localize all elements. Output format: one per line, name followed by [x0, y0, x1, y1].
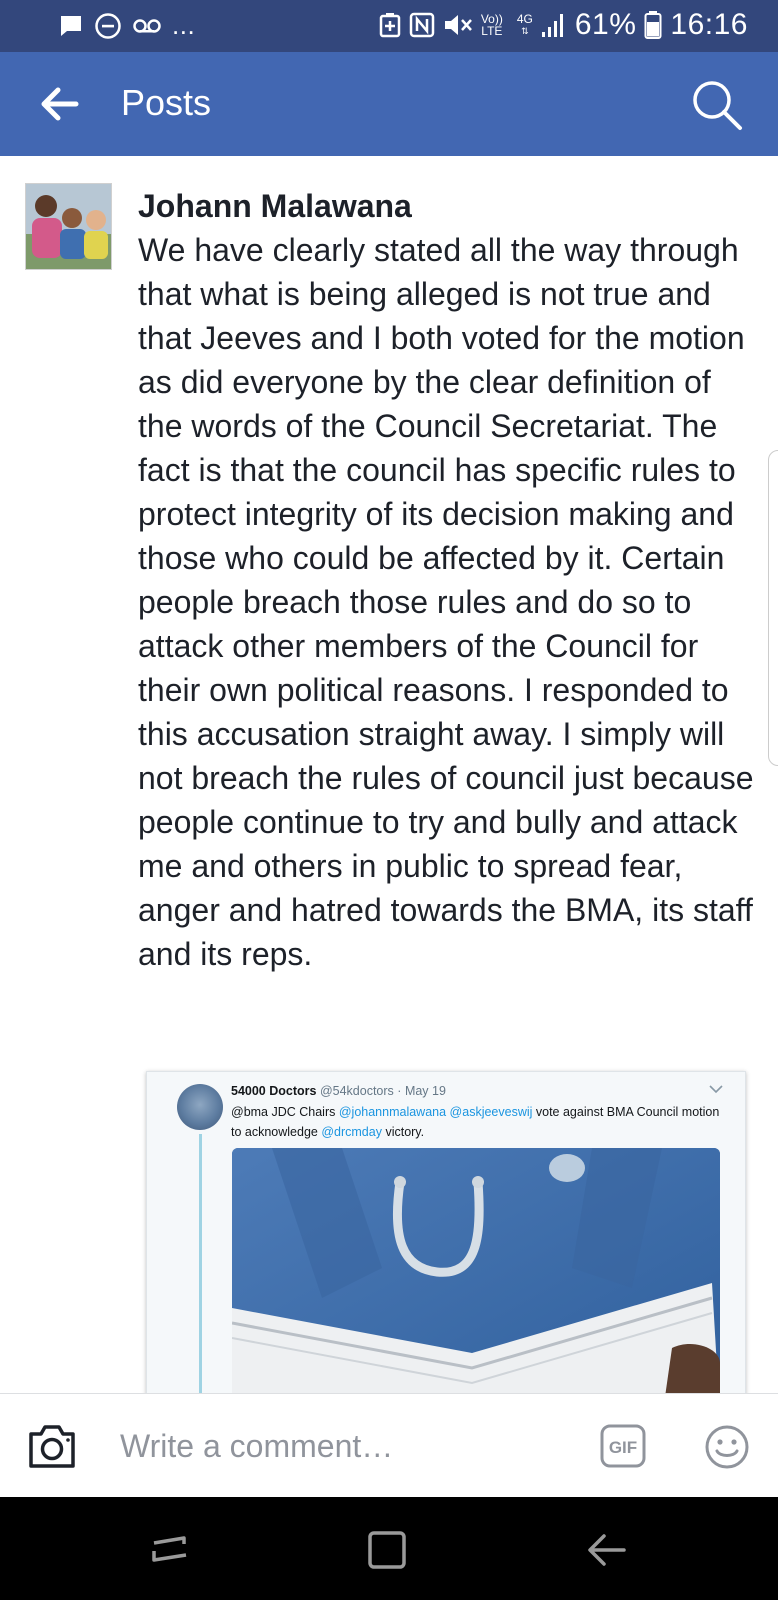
tweet-author-name: 54000 Doctors	[231, 1084, 317, 1098]
app-bar: Posts	[0, 52, 778, 156]
navigation-bar	[0, 1497, 778, 1600]
emoji-icon	[705, 1425, 749, 1469]
recent-apps-button[interactable]	[148, 1527, 192, 1571]
status-more: ...	[172, 10, 196, 40]
side-panel-handle[interactable]	[768, 450, 778, 766]
tweet-mention: @johannmalawana	[338, 1105, 447, 1119]
network-type-label: 4G	[516, 12, 533, 26]
battery-saver-icon	[379, 12, 401, 38]
comment-bar: GIF	[0, 1393, 778, 1497]
back-icon	[588, 1534, 626, 1566]
comment-input[interactable]	[120, 1420, 570, 1472]
voicemail-icon	[132, 16, 162, 36]
gif-label: GIF	[609, 1438, 637, 1457]
clock: 16:16	[670, 8, 748, 41]
search-icon	[693, 81, 742, 130]
thread-line	[199, 1134, 202, 1400]
tweet-author-handle: @54kdoctors	[319, 1084, 394, 1098]
tweet-photo	[232, 1148, 720, 1400]
page-title: Posts	[121, 82, 212, 123]
back-arrow-icon	[41, 87, 79, 121]
tweet-date: May 19	[404, 1084, 446, 1098]
tweet-header: 54000 Doctors @54kdoctors · May 19	[231, 1084, 446, 1098]
signal-icon	[541, 12, 567, 38]
post-author[interactable]: Johann Malawana	[138, 188, 412, 225]
home-icon	[368, 1531, 406, 1569]
gif-icon: GIF	[600, 1424, 646, 1468]
post-body: We have clearly stated all the way throu…	[138, 232, 754, 972]
tweet-avatar	[177, 1084, 223, 1130]
do-not-disturb-icon	[94, 12, 122, 40]
embedded-tweet-image[interactable]: 54000 Doctors @54kdoctors · May 19 @bma …	[146, 1071, 746, 1401]
gif-button[interactable]: GIF	[600, 1424, 646, 1468]
volte-bottom-label: LTE	[481, 24, 503, 38]
status-left-group: ...	[58, 10, 195, 41]
battery-percent: 61%	[574, 8, 637, 41]
tweet-mention: @drcmday	[321, 1125, 382, 1139]
chevron-down-icon	[709, 1085, 723, 1094]
tweet-text: @bma JDC Chairs @johannmalawana @askjeev…	[231, 1102, 731, 1142]
emoji-button[interactable]	[704, 1424, 750, 1470]
camera-icon	[29, 1425, 75, 1468]
4g-icon: 4G ⇅	[517, 13, 533, 37]
avatar-photo	[26, 184, 111, 269]
home-button[interactable]	[366, 1527, 410, 1571]
search-button[interactable]	[690, 78, 744, 132]
tweet-separator: ·	[397, 1084, 402, 1098]
nfc-icon	[409, 12, 435, 38]
back-button[interactable]	[38, 84, 82, 124]
recent-apps-icon	[152, 1536, 187, 1562]
doctor-photo	[232, 1148, 720, 1400]
mute-icon	[443, 12, 473, 38]
avatar[interactable]	[25, 183, 112, 270]
volte-icon: Vo)) LTE	[481, 13, 503, 37]
message-icon	[58, 13, 84, 39]
battery-icon	[644, 10, 662, 40]
camera-button[interactable]	[26, 1422, 78, 1470]
tweet-text-part: @bma JDC Chairs	[231, 1105, 339, 1119]
tweet-mention: @askjeeveswij	[449, 1105, 533, 1119]
back-nav-button[interactable]	[584, 1527, 628, 1571]
tweet-text-part: victory.	[381, 1125, 425, 1139]
data-arrows-label: ⇅	[521, 26, 529, 36]
status-bar: ... Vo)) LTE 4G ⇅ 61% 16:16	[0, 0, 778, 52]
status-right-group: Vo)) LTE 4G ⇅ 61% 16:16	[379, 8, 748, 42]
